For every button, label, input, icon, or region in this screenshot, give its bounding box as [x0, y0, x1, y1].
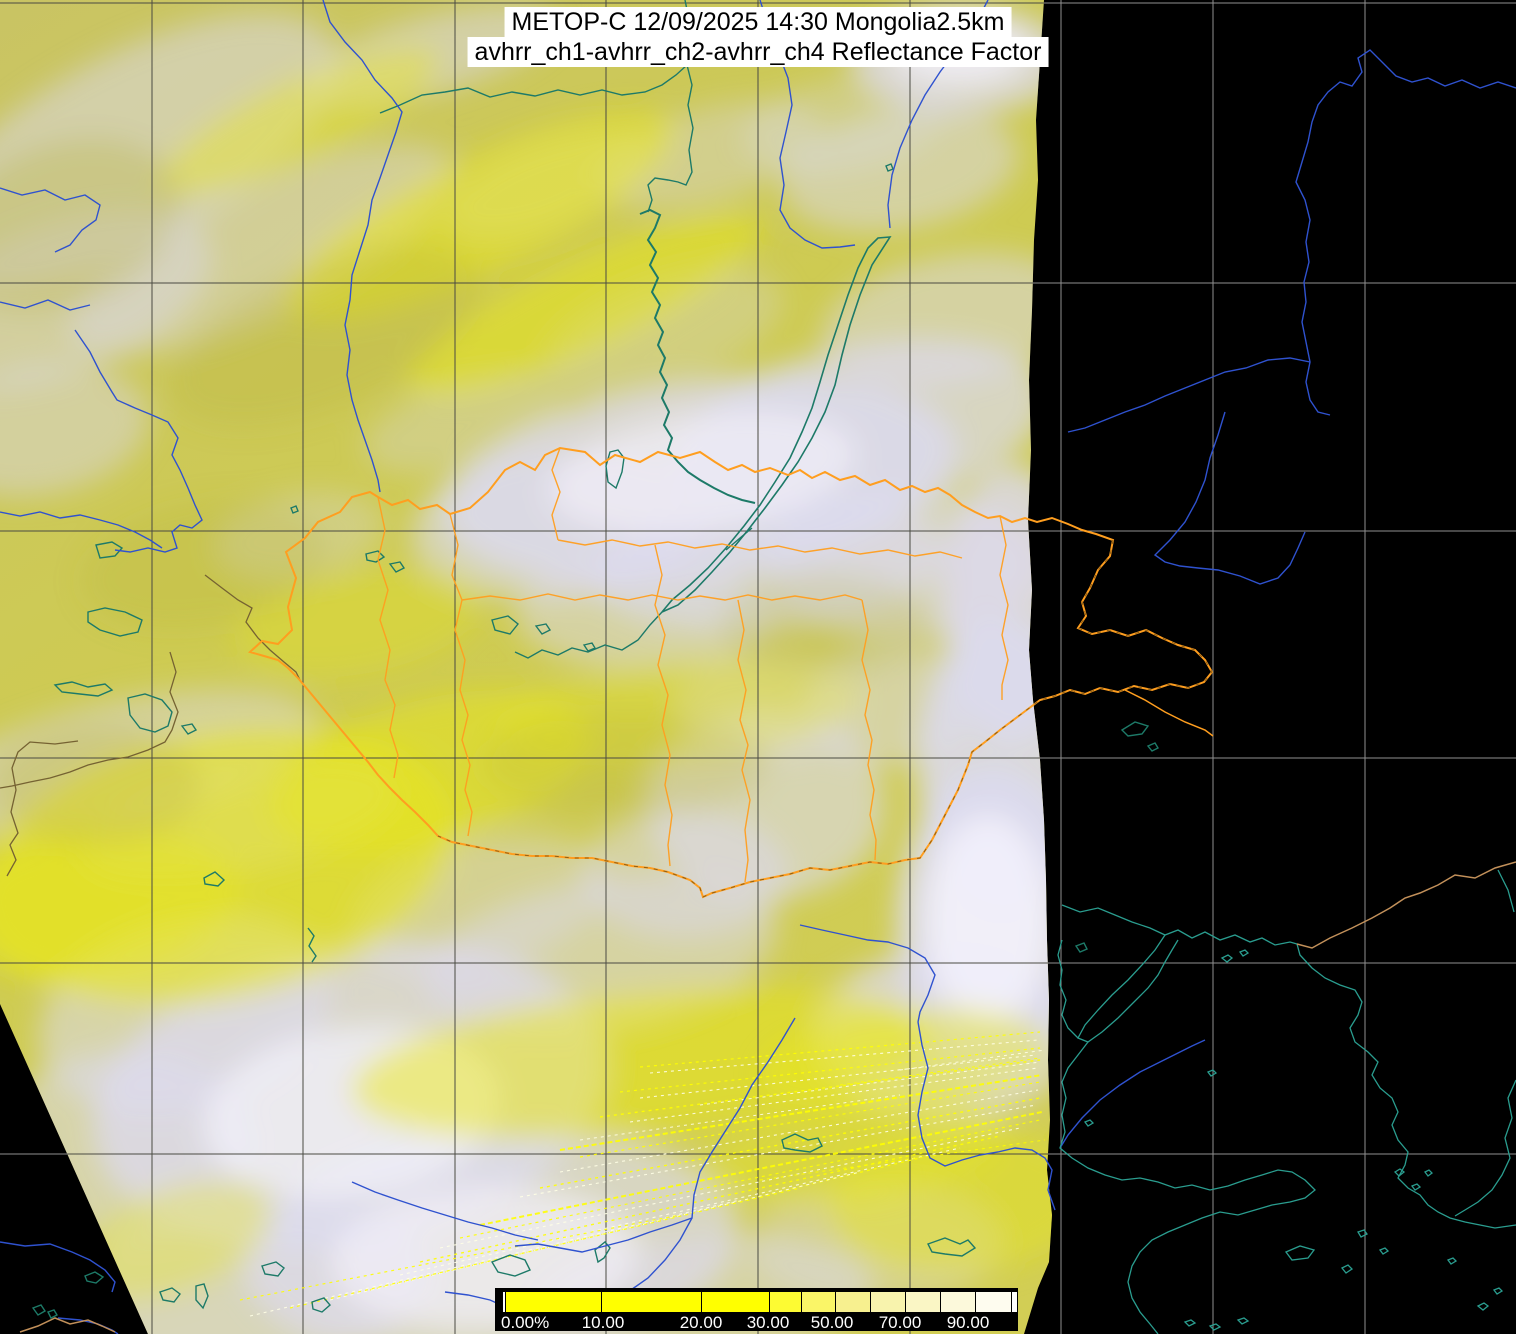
colorbar-segment: [836, 1292, 871, 1312]
colorbar-segment: [702, 1292, 770, 1312]
colorbar-segment: [871, 1292, 906, 1312]
colorbar-labels: 0.00% 10.00 20.00 30.00 50.00 70.00 90.00: [495, 1313, 1018, 1332]
colorbar-segment: [602, 1292, 702, 1312]
map-canvas: [0, 0, 1516, 1334]
reflectance-colorbar: 0.00% 10.00 20.00 30.00 50.00 70.00 90.00: [495, 1288, 1018, 1332]
title-line-1: METOP-C 12/09/2025 14:30 Mongolia2.5km: [504, 7, 1012, 37]
colorbar-gradient: [503, 1292, 1017, 1312]
colorbar-segment: [770, 1292, 802, 1312]
title-line-2: avhrr_ch1-avhrr_ch2-avhrr_ch4 Reflectanc…: [467, 37, 1049, 67]
colorbar-tick-label: 0.00%: [501, 1313, 550, 1332]
image-title: METOP-C 12/09/2025 14:30 Mongolia2.5km a…: [467, 7, 1049, 67]
colorbar-tick-label: 90.00: [946, 1313, 990, 1332]
colorbar-segment: [976, 1292, 1012, 1312]
colorbar-segment: [802, 1292, 836, 1312]
colorbar-segment: [906, 1292, 941, 1312]
colorbar-segment: [941, 1292, 976, 1312]
colorbar-tick-label: 10.00: [581, 1313, 625, 1332]
satellite-image-viewer: METOP-C 12/09/2025 14:30 Mongolia2.5km a…: [0, 0, 1516, 1334]
colorbar-tick-label: 70.00: [878, 1313, 922, 1332]
colorbar-segment: [1012, 1292, 1017, 1312]
colorbar-tick-label: 20.00: [679, 1313, 723, 1332]
colorbar-segment: [506, 1292, 602, 1312]
colorbar-tick-label: 30.00: [746, 1313, 790, 1332]
colorbar-tick-label: 50.00: [810, 1313, 854, 1332]
